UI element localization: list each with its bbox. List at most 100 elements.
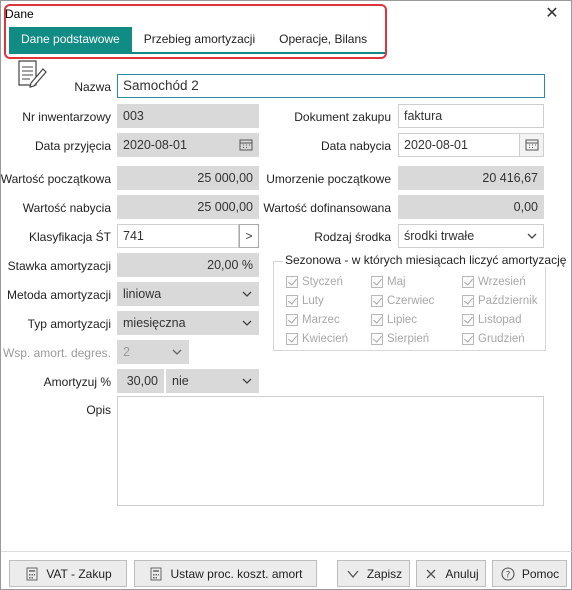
pomoc-button[interactable]: ? Pomoc bbox=[492, 560, 567, 587]
wsp-amort-select: 2 bbox=[117, 340, 189, 364]
metoda-amortyzacji-value: liniowa bbox=[123, 287, 162, 301]
checkbox-box bbox=[462, 276, 474, 288]
seasonal-group-title: Sezonowa - w których miesiącach liczyć a… bbox=[283, 253, 569, 267]
chevron-down-icon bbox=[172, 349, 182, 355]
anuluj-button[interactable]: Anuluj bbox=[416, 560, 486, 587]
umorzenie-poczatkowe-label: Umorzenie początkowe bbox=[266, 172, 391, 186]
typ-amortyzacji-label: Typ amortyzacji bbox=[27, 317, 111, 331]
dokument-zakupu-label: Dokument zakupu bbox=[294, 110, 391, 124]
metoda-amortyzacji-select[interactable]: liniowa bbox=[117, 282, 259, 306]
month-checkbox: Maj bbox=[371, 276, 406, 288]
typ-amortyzacji-value: miesięczna bbox=[123, 316, 186, 330]
typ-amortyzacji-select[interactable]: miesięczna bbox=[117, 311, 259, 335]
month-checkbox: Lipiec bbox=[371, 314, 417, 326]
checkbox-box bbox=[462, 314, 474, 326]
calculator-icon bbox=[150, 567, 162, 580]
chevron-down-icon bbox=[347, 570, 359, 578]
month-label: Luty bbox=[302, 295, 324, 307]
tab-operacje-bilans[interactable]: Operacje, Bilans bbox=[267, 27, 379, 52]
chevron-down-icon bbox=[242, 378, 252, 384]
klasyfikacja-browse-button[interactable]: > bbox=[239, 224, 259, 248]
month-checkbox: Kwiecień bbox=[286, 333, 348, 345]
data-nabycia-field[interactable]: 2020-08-01 bbox=[398, 133, 544, 157]
calendar-icon bbox=[239, 139, 253, 151]
amortyzuj-option: nie bbox=[172, 374, 189, 388]
checkbox-box bbox=[371, 314, 383, 326]
month-checkbox: Listopad bbox=[462, 314, 521, 326]
calendar-button[interactable] bbox=[234, 134, 258, 156]
checkbox-box bbox=[286, 333, 298, 345]
checkbox-box bbox=[371, 276, 383, 288]
nazwa-label: Nazwa bbox=[74, 80, 111, 94]
checkbox-box bbox=[371, 333, 383, 345]
zapisz-label: Zapisz bbox=[366, 566, 403, 581]
stawka-amortyzacji-label: Stawka amortyzacji bbox=[7, 259, 111, 273]
metoda-amortyzacji-label: Metoda amortyzacji bbox=[6, 288, 111, 302]
rodzaj-srodka-select[interactable]: środki trwałe bbox=[398, 224, 544, 248]
month-checkbox: Styczeń bbox=[286, 276, 343, 288]
dialog-window: Dane ✕ Dane podstawowe Przebieg amortyza… bbox=[0, 0, 572, 590]
wartosc-nabycia-field: 25 000,00 bbox=[117, 195, 259, 219]
amortyzuj-select[interactable]: nie bbox=[166, 369, 259, 393]
month-label: Marzec bbox=[302, 314, 340, 326]
klasyfikacja-input[interactable]: 741 bbox=[117, 224, 239, 248]
wartosc-poczatkowa-field: 25 000,00 bbox=[117, 166, 259, 190]
tab-bar: Dane podstawowe Przebieg amortyzacji Ope… bbox=[9, 27, 385, 52]
vat-zakup-label: VAT - Zakup bbox=[46, 566, 112, 581]
window-title: Dane bbox=[5, 7, 34, 21]
help-icon: ? bbox=[501, 566, 515, 581]
ustaw-proc-label: Ustaw proc. koszt. amort bbox=[170, 566, 303, 581]
dokument-zakupu-input[interactable]: faktura bbox=[398, 104, 544, 128]
month-label: Styczeń bbox=[302, 276, 343, 288]
chevron-down-icon bbox=[527, 233, 537, 239]
checkbox-box bbox=[286, 295, 298, 307]
wartosc-poczatkowa-label: Wartość początkowa bbox=[0, 172, 111, 186]
data-przyjecia-field: 2020-08-01 bbox=[117, 133, 259, 157]
klasyfikacja-label: Klasyfikacja ŚT bbox=[28, 230, 111, 244]
month-label: Październik bbox=[478, 295, 538, 307]
opis-label: Opis bbox=[86, 403, 111, 417]
calendar-icon bbox=[525, 139, 539, 151]
ustaw-proc-button[interactable]: Ustaw proc. koszt. amort bbox=[134, 560, 317, 587]
rodzaj-srodka-value: środki trwałe bbox=[404, 229, 475, 243]
tab-underline bbox=[9, 52, 385, 54]
month-label: Maj bbox=[387, 276, 406, 288]
tab-dane-podstawowe[interactable]: Dane podstawowe bbox=[9, 27, 132, 52]
wartosc-nabycia-label: Wartość nabycia bbox=[22, 201, 111, 215]
nr-inwentarzowy-label: Nr inwentarzowy bbox=[22, 110, 111, 124]
month-label: Lipiec bbox=[387, 314, 418, 326]
month-label: Grudzień bbox=[478, 333, 525, 345]
close-icon[interactable]: ✕ bbox=[543, 4, 561, 22]
checkbox-box bbox=[462, 295, 474, 307]
zapisz-button[interactable]: Zapisz bbox=[337, 560, 410, 587]
amortyzuj-field: 30,00 bbox=[117, 369, 164, 393]
wartosc-dofinansowana-field: 0,00 bbox=[398, 195, 544, 219]
month-checkbox: Luty bbox=[286, 295, 324, 307]
footer-divider bbox=[1, 551, 572, 552]
wartosc-dofinansowana-label: Wartość dofinansowana bbox=[263, 201, 391, 215]
data-przyjecia-label: Data przyjęcia bbox=[34, 139, 111, 153]
tab-przebieg-amortyzacji[interactable]: Przebieg amortyzacji bbox=[132, 27, 267, 52]
month-label: Listopad bbox=[478, 314, 522, 326]
close-icon bbox=[426, 569, 436, 578]
calendar-button[interactable] bbox=[519, 134, 543, 156]
checkbox-box bbox=[371, 295, 383, 307]
month-checkbox: Grudzień bbox=[462, 333, 525, 345]
nr-inwentarzowy-field: 003 bbox=[117, 104, 259, 128]
month-checkbox: Marzec bbox=[286, 314, 340, 326]
checkbox-box bbox=[462, 333, 474, 345]
rodzaj-srodka-label: Rodzaj środka bbox=[314, 230, 391, 244]
nazwa-input[interactable]: Samochód 2 bbox=[117, 74, 545, 98]
month-label: Kwiecień bbox=[302, 333, 349, 345]
pomoc-label: Pomoc bbox=[521, 566, 560, 581]
amortyzuj-label: Amortyzuj % bbox=[43, 375, 111, 389]
wsp-amort-label: Wsp. amort. degres. bbox=[2, 346, 111, 360]
data-nabycia-value: 2020-08-01 bbox=[404, 138, 468, 152]
vat-zakup-button[interactable]: VAT - Zakup bbox=[9, 560, 127, 587]
opis-textarea[interactable] bbox=[117, 396, 544, 506]
umorzenie-poczatkowe-field: 20 416,67 bbox=[398, 166, 544, 190]
month-checkbox: Sierpień bbox=[371, 333, 429, 345]
chevron-down-icon bbox=[242, 291, 252, 297]
month-checkbox: Październik bbox=[462, 295, 537, 307]
data-przyjecia-value: 2020-08-01 bbox=[123, 138, 187, 152]
